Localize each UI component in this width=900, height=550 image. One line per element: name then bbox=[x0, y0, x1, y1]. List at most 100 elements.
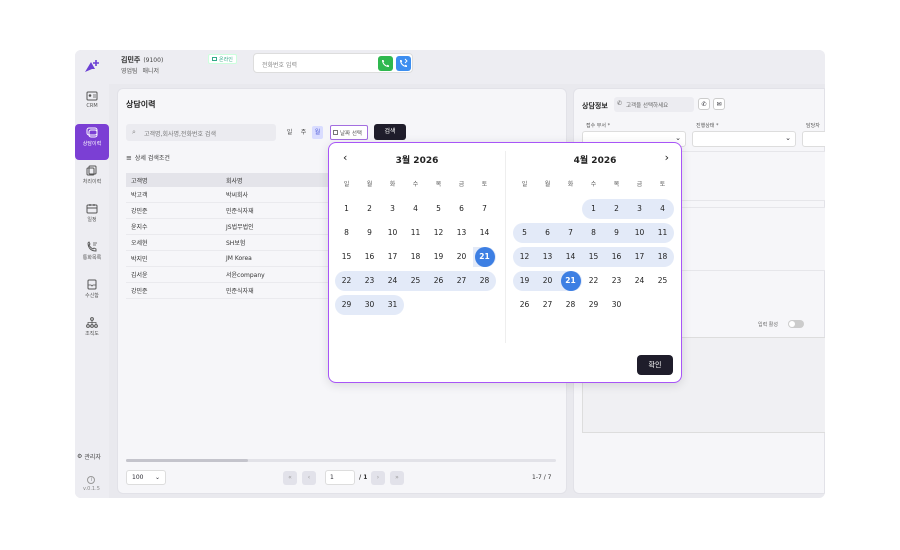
column-header-company[interactable]: 회사명 bbox=[226, 176, 331, 185]
calendar-day[interactable]: 28 bbox=[473, 271, 496, 291]
calendar-day[interactable]: 28 bbox=[559, 295, 582, 315]
calendar-day[interactable]: 25 bbox=[404, 271, 427, 291]
calendar-day[interactable]: 14 bbox=[559, 247, 582, 267]
calendar-day[interactable]: 1 bbox=[582, 199, 605, 219]
call-button[interactable] bbox=[378, 56, 393, 71]
calendar-day[interactable]: 6 bbox=[450, 199, 473, 219]
search-input[interactable]: ⌕ 고객명,회사명,전화번호 검색 bbox=[126, 124, 276, 141]
calendar-day[interactable]: 19 bbox=[427, 247, 450, 267]
sidebar-item-history[interactable]: 상담이력 bbox=[75, 124, 109, 160]
status-select[interactable]: ⌄ bbox=[692, 131, 796, 147]
calendar-day[interactable]: 3 bbox=[628, 199, 651, 219]
date-select-button[interactable]: 날짜 선택 bbox=[330, 125, 368, 140]
table-row[interactable]: 오세현 SH보험 bbox=[126, 235, 331, 251]
last-page-button[interactable]: » bbox=[390, 471, 404, 485]
calendar-day[interactable]: 14 bbox=[473, 223, 496, 243]
table-row[interactable]: 박고객 박씨회사 bbox=[126, 187, 331, 203]
prev-page-button[interactable]: ‹ bbox=[302, 471, 316, 485]
period-week-button[interactable]: 주 bbox=[298, 126, 309, 139]
calendar-day[interactable]: 4 bbox=[651, 199, 674, 219]
phone-input[interactable]: 전화번호 입력 bbox=[262, 60, 297, 69]
period-day-button[interactable]: 일 bbox=[284, 126, 295, 139]
transfer-call-button[interactable] bbox=[396, 56, 411, 71]
calendar-day[interactable]: 17 bbox=[628, 247, 651, 267]
input-active-toggle[interactable] bbox=[788, 320, 804, 328]
horizontal-scrollbar[interactable] bbox=[126, 459, 556, 462]
calendar-day[interactable]: 22 bbox=[335, 271, 358, 291]
sidebar-item-processing[interactable]: 처리이력 bbox=[75, 162, 109, 198]
confirm-button[interactable]: 확인 bbox=[637, 355, 673, 375]
calendar-day[interactable]: 20 bbox=[450, 247, 473, 267]
advanced-filter-toggle[interactable]: ≡ 상세 검색조건 bbox=[126, 153, 170, 163]
calendar-day[interactable]: 16 bbox=[358, 247, 381, 267]
sidebar-item-crm[interactable]: CRM bbox=[75, 88, 109, 124]
page-size-select[interactable]: 100 ⌄ bbox=[126, 470, 166, 485]
calendar-day[interactable]: 3 bbox=[381, 199, 404, 219]
customer-select[interactable]: ✆ 고객을 선택하세요 bbox=[614, 97, 694, 112]
sidebar-item-inbox[interactable]: 수신함 bbox=[75, 276, 109, 312]
calendar-day[interactable]: 25 bbox=[651, 271, 674, 291]
calendar-day[interactable]: 17 bbox=[381, 247, 404, 267]
calendar-day[interactable]: 22 bbox=[582, 271, 605, 291]
table-row[interactable]: 강민준 민준식자재 bbox=[126, 203, 331, 219]
calendar-day[interactable]: 19 bbox=[513, 271, 536, 291]
table-row[interactable]: 김서윤 서윤company bbox=[126, 267, 331, 283]
admin-menu[interactable]: ⚙ 관리자 bbox=[77, 452, 101, 461]
calendar-day[interactable]: 8 bbox=[335, 223, 358, 243]
table-row[interactable]: 강민준 민준식자재 bbox=[126, 283, 331, 299]
sidebar-item-calls[interactable]: 통화목록 bbox=[75, 238, 109, 274]
calendar-day[interactable]: 27 bbox=[536, 295, 559, 315]
calendar-day[interactable]: 18 bbox=[651, 247, 674, 267]
calendar-day[interactable]: 5 bbox=[513, 223, 536, 243]
call-customer-button[interactable]: ✆ bbox=[698, 98, 710, 110]
calendar-day[interactable]: 26 bbox=[513, 295, 536, 315]
calendar-day[interactable]: 27 bbox=[450, 271, 473, 291]
calendar-day[interactable]: 29 bbox=[582, 295, 605, 315]
period-month-button[interactable]: 월 bbox=[312, 126, 323, 139]
calendar-day[interactable]: 2 bbox=[605, 199, 628, 219]
calendar-day[interactable]: 12 bbox=[427, 223, 450, 243]
sidebar-item-schedule[interactable]: 일정 bbox=[75, 200, 109, 236]
calendar-day[interactable]: 2 bbox=[358, 199, 381, 219]
calendar-day[interactable]: 18 bbox=[404, 247, 427, 267]
calendar-day[interactable]: 11 bbox=[651, 223, 674, 243]
calendar-day[interactable]: 31 bbox=[381, 295, 404, 315]
calendar-day[interactable]: 8 bbox=[582, 223, 605, 243]
next-month-button[interactable]: › bbox=[665, 151, 669, 164]
sidebar-item-org[interactable]: 조직도 bbox=[75, 314, 109, 350]
calendar-day[interactable]: 13 bbox=[536, 247, 559, 267]
search-button[interactable]: 검색 bbox=[374, 124, 406, 140]
calendar-day[interactable]: 26 bbox=[427, 271, 450, 291]
calendar-day[interactable]: 1 bbox=[335, 199, 358, 219]
calendar-day-selected[interactable]: 21 bbox=[473, 247, 496, 267]
calendar-day[interactable]: 5 bbox=[427, 199, 450, 219]
calendar-day[interactable]: 15 bbox=[582, 247, 605, 267]
table-row[interactable]: 윤지수 JS법무법인 bbox=[126, 219, 331, 235]
calendar-day[interactable]: 9 bbox=[605, 223, 628, 243]
calendar-day[interactable]: 6 bbox=[536, 223, 559, 243]
calendar-day[interactable]: 7 bbox=[473, 199, 496, 219]
status-badge[interactable]: 온라인 bbox=[208, 54, 237, 64]
scrollbar-thumb[interactable] bbox=[126, 459, 248, 462]
calendar-day[interactable]: 24 bbox=[628, 271, 651, 291]
owner-select[interactable] bbox=[802, 131, 825, 147]
first-page-button[interactable]: « bbox=[283, 471, 297, 485]
calendar-day[interactable]: 30 bbox=[605, 295, 628, 315]
calendar-day[interactable]: 30 bbox=[358, 295, 381, 315]
calendar-day[interactable]: 29 bbox=[335, 295, 358, 315]
calendar-day[interactable]: 16 bbox=[605, 247, 628, 267]
calendar-day[interactable]: 4 bbox=[404, 199, 427, 219]
calendar-day[interactable]: 23 bbox=[358, 271, 381, 291]
table-row[interactable]: 박지민 JM Korea bbox=[126, 251, 331, 267]
calendar-day[interactable]: 15 bbox=[335, 247, 358, 267]
calendar-day[interactable]: 10 bbox=[628, 223, 651, 243]
page-number-input[interactable]: 1 bbox=[325, 470, 355, 485]
calendar-day[interactable]: 11 bbox=[404, 223, 427, 243]
calendar-day[interactable]: 23 bbox=[605, 271, 628, 291]
calendar-day[interactable]: 10 bbox=[381, 223, 404, 243]
calendar-day[interactable]: 7 bbox=[559, 223, 582, 243]
calendar-day[interactable]: 24 bbox=[381, 271, 404, 291]
calendar-day[interactable]: 12 bbox=[513, 247, 536, 267]
calendar-day[interactable]: 13 bbox=[450, 223, 473, 243]
calendar-day[interactable]: 20 bbox=[536, 271, 559, 291]
